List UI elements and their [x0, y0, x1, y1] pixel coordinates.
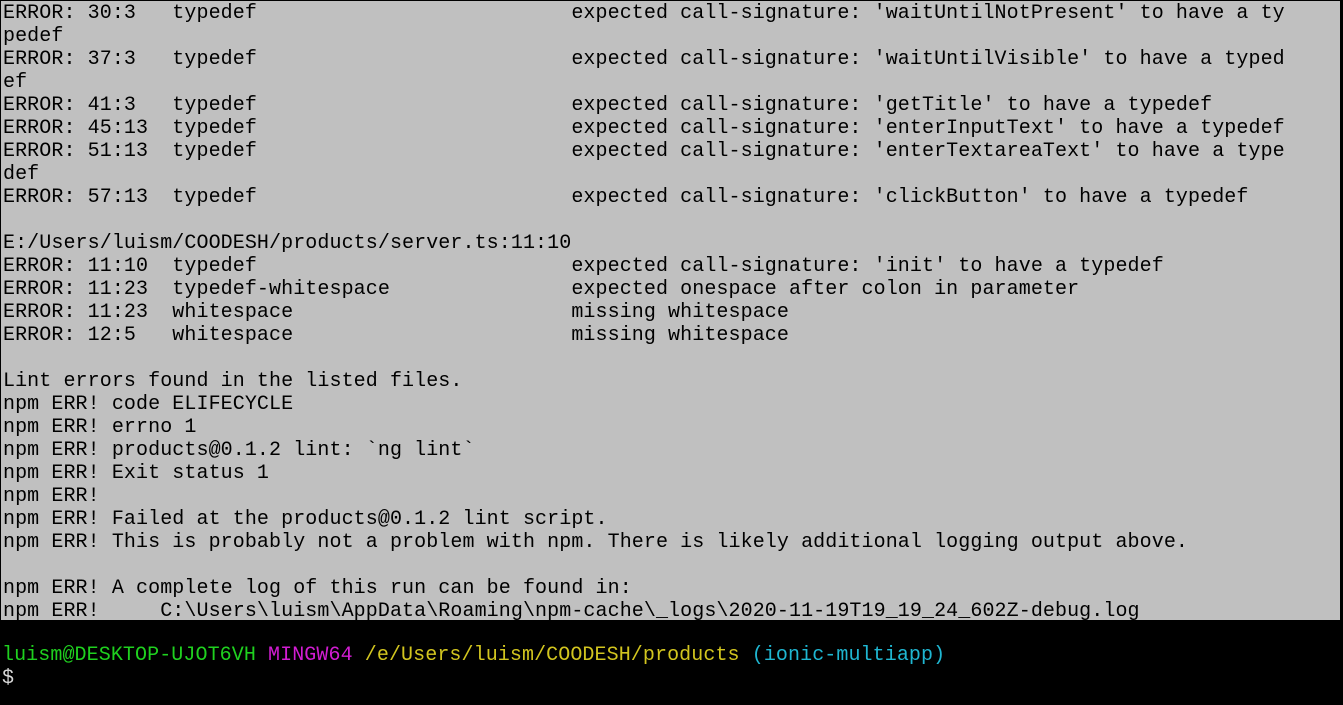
prompt-system: MINGW64: [268, 644, 353, 667]
output-line: ERROR: 41:3 typedef expected call-signat…: [3, 94, 1213, 117]
output-line: ERROR: 11:23 whitespace missing whitespa…: [3, 301, 789, 324]
prompt-symbol: $: [2, 667, 15, 690]
output-line: npm ERR! Exit status 1: [3, 462, 270, 485]
output-line: npm ERR! products@0.1.2 lint: `ng lint`: [3, 439, 475, 462]
output-line: Lint errors found in the listed files.: [3, 370, 463, 393]
output-line: npm ERR! errno 1: [3, 416, 197, 439]
output-line: ERROR: 51:13 typedef expected call-signa…: [3, 140, 1285, 163]
output-line: npm ERR! Failed at the products@0.1.2 li…: [3, 508, 608, 531]
output-line: pedef: [3, 25, 64, 48]
prompt-line: luism@DESKTOP-UJOT6VH MINGW64 /e/Users/l…: [2, 644, 1343, 667]
prompt-cwd: /e/Users/luism/COODESH/products: [364, 644, 740, 667]
terminal-output: ERROR: 30:3 typedef expected call-signat…: [0, 0, 1341, 621]
output-line: ERROR: 57:13 typedef expected call-signa…: [3, 186, 1249, 209]
output-line: ERROR: 11:23 typedef-whitespace expected…: [3, 278, 1080, 301]
output-line: ERROR: 37:3 typedef expected call-signat…: [3, 48, 1285, 71]
output-line: ef: [3, 71, 28, 94]
output-line: npm ERR! C:\Users\luism\AppData\Roaming\…: [3, 600, 1140, 621]
output-line: npm ERR! This is probably not a problem …: [3, 531, 1189, 554]
prompt-git-branch: (ionic-multiapp): [751, 644, 946, 667]
terminal-window[interactable]: ERROR: 30:3 typedef expected call-signat…: [0, 0, 1343, 705]
shell-prompt-area[interactable]: luism@DESKTOP-UJOT6VH MINGW64 /e/Users/l…: [0, 621, 1343, 705]
command-input-line[interactable]: $: [2, 667, 1343, 690]
output-line: ERROR: 45:13 typedef expected call-signa…: [3, 117, 1285, 140]
output-line: npm ERR! code ELIFECYCLE: [3, 393, 294, 416]
output-line: def: [3, 163, 40, 186]
output-line: npm ERR! A complete log of this run can …: [3, 577, 632, 600]
prompt-user-host: luism@DESKTOP-UJOT6VH: [2, 644, 256, 667]
output-line: ERROR: 30:3 typedef expected call-signat…: [3, 2, 1285, 25]
output-line: ERROR: 12:5 whitespace missing whitespac…: [3, 324, 789, 347]
output-line: ERROR: 11:10 typedef expected call-signa…: [3, 255, 1164, 278]
output-line: E:/Users/luism/COODESH/products/server.t…: [3, 232, 572, 255]
output-line: npm ERR!: [3, 485, 100, 508]
